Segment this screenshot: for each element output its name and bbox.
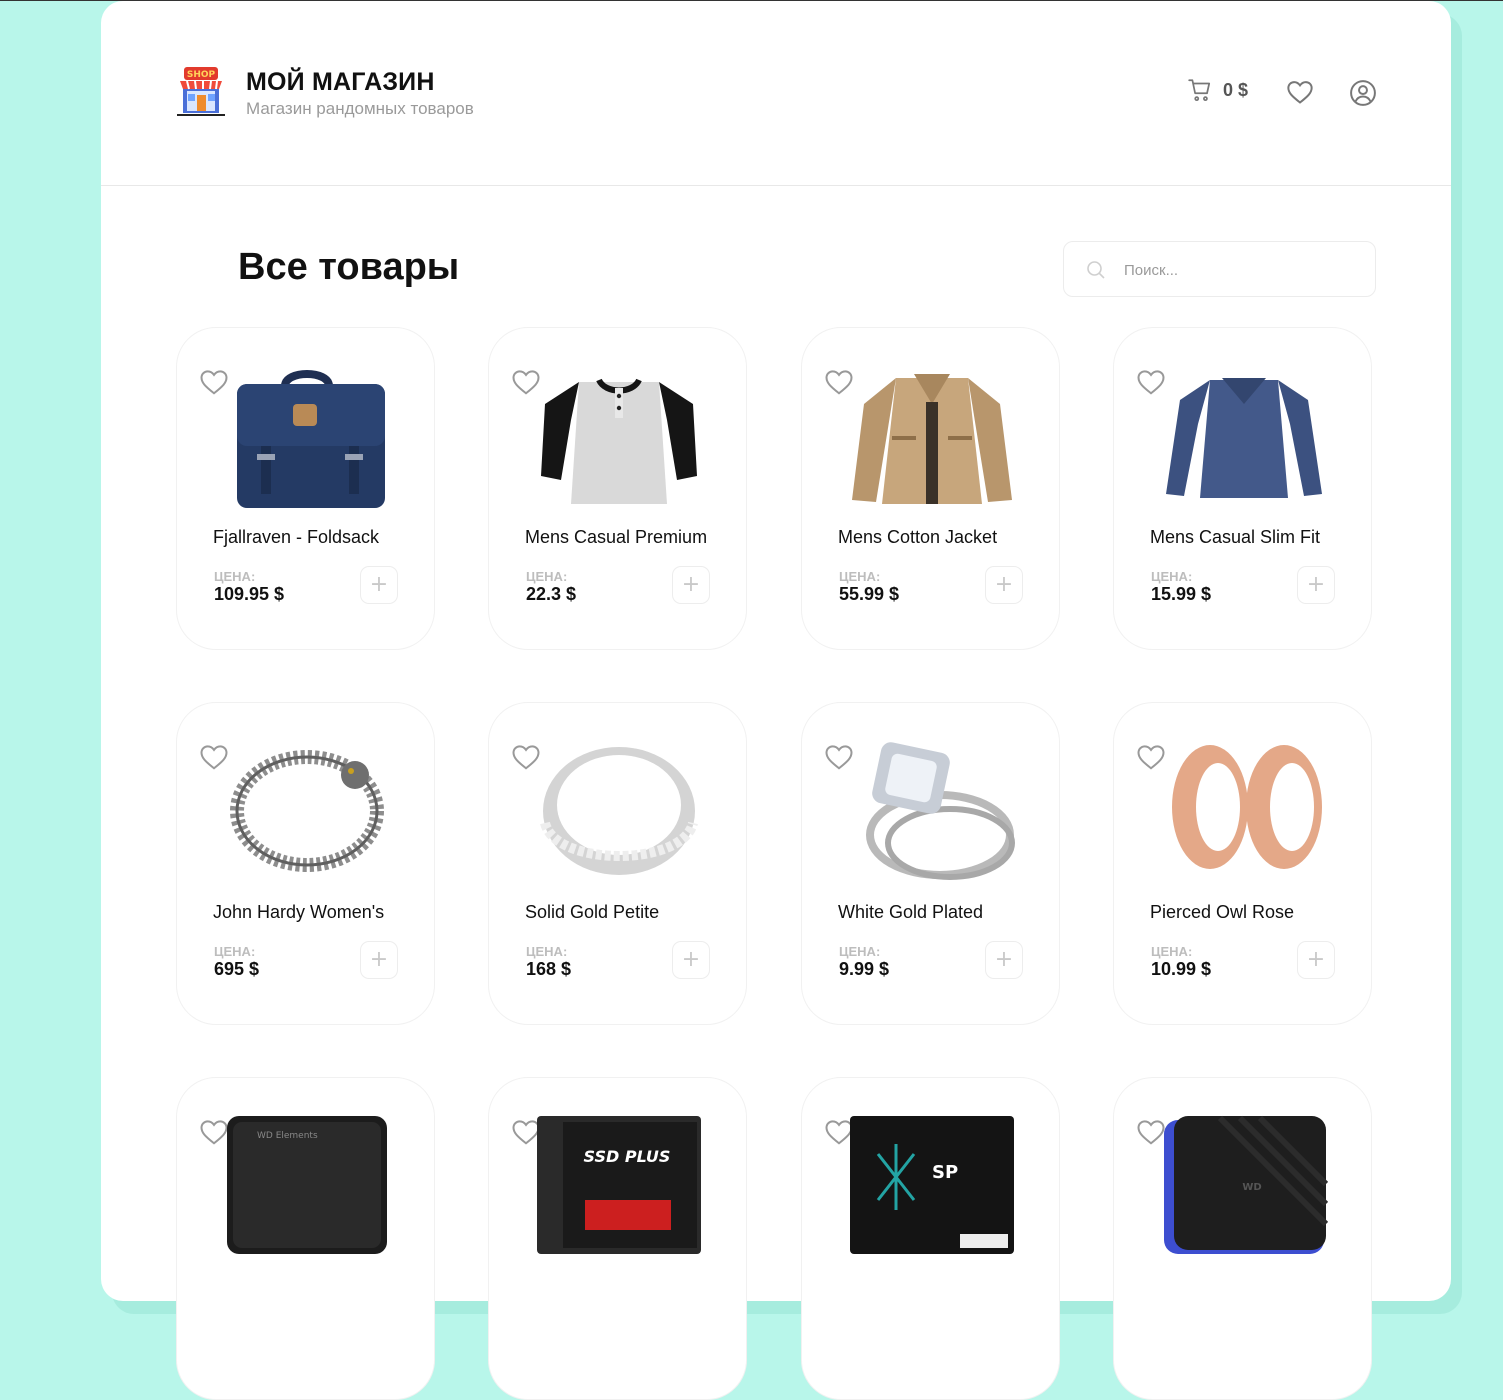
header: SHOP МОЙ МАГАЗИН Магазин рандомных товар… xyxy=(101,1,1451,186)
silicon-power-ssd-image: SP xyxy=(850,1116,1014,1254)
cart-button[interactable]: 0 $ xyxy=(1187,77,1248,103)
add-to-cart-button[interactable]: + xyxy=(1297,941,1335,979)
svg-text:WD Elements: WD Elements xyxy=(257,1131,318,1141)
dragon-bracelet-image xyxy=(230,750,384,872)
svg-text:SSD PLUS: SSD PLUS xyxy=(584,1147,671,1166)
product-card[interactable]: Fjallraven - Foldsack ЦЕНА: 109.95 $ + xyxy=(176,327,435,650)
plus-icon: + xyxy=(1306,947,1326,972)
brand-title: МОЙ МАГАЗИН xyxy=(246,68,435,96)
add-to-cart-button[interactable]: + xyxy=(672,566,710,604)
product-name: Mens Casual Premium xyxy=(525,527,708,547)
plus-icon: + xyxy=(681,572,701,597)
add-to-cart-button[interactable]: + xyxy=(360,941,398,979)
product-price: 55.99 $ xyxy=(839,584,900,604)
product-card[interactable]: WD xyxy=(1113,1077,1372,1400)
product-price: 15.99 $ xyxy=(1151,584,1212,604)
cart-total: 0 $ xyxy=(1223,79,1249,100)
price-label: ЦЕНА: xyxy=(214,944,256,959)
price-label: ЦЕНА: xyxy=(214,569,256,584)
product-card[interactable]: Solid Gold Petite ЦЕНА: 168 $ + xyxy=(488,702,747,1025)
product-card[interactable]: Pierced Owl Rose ЦЕНА: 10.99 $ + xyxy=(1113,702,1372,1025)
silver-ring-image xyxy=(540,747,698,875)
longsleeve-image xyxy=(1166,378,1322,498)
product-card[interactable]: SSD PLUS xyxy=(488,1077,747,1400)
store-panel: SHOP МОЙ МАГАЗИН Магазин рандомных товар… xyxy=(101,1,1451,1400)
product-name: Mens Cotton Jacket xyxy=(838,527,998,547)
product-name: Mens Casual Slim Fit xyxy=(1150,527,1321,547)
page-title: Все товары xyxy=(238,246,460,288)
rose-gold-tunnels-image xyxy=(1172,745,1322,869)
product-card[interactable]: White Gold Plated ЦЕНА: 9.99 $ + xyxy=(801,702,1060,1025)
cotton-jacket-image xyxy=(852,374,1012,504)
plus-icon: + xyxy=(994,572,1014,597)
search-input[interactable] xyxy=(1122,256,1356,284)
product-name: Pierced Owl Rose xyxy=(1150,902,1295,922)
product-card[interactable]: Mens Casual Slim Fit ЦЕНА: 15.99 $ + xyxy=(1113,327,1372,650)
wd-external-drive-image: WD Elements xyxy=(227,1116,387,1254)
wd-gaming-drive-image: WD xyxy=(1164,1115,1328,1254)
product-card[interactable]: SP xyxy=(801,1077,1060,1400)
plus-icon: + xyxy=(369,947,389,972)
search-icon xyxy=(1087,261,1105,279)
svg-text:SP: SP xyxy=(932,1162,958,1183)
price-label: ЦЕНА: xyxy=(839,944,881,959)
plus-icon: + xyxy=(1306,572,1326,597)
product-card[interactable]: Mens Casual Premium ЦЕНА: 22.3 $ + xyxy=(488,327,747,650)
price-label: ЦЕНА: xyxy=(526,569,568,584)
price-label: ЦЕНА: xyxy=(1151,569,1193,584)
cart-icon xyxy=(1188,79,1211,102)
plus-icon: + xyxy=(369,572,389,597)
brand-subtitle: Магазин рандомных товаров xyxy=(246,99,474,118)
product-price: 168 $ xyxy=(526,959,572,979)
price-label: ЦЕНА: xyxy=(1151,944,1193,959)
sandisk-ssd-image: SSD PLUS xyxy=(537,1116,701,1254)
search-box[interactable] xyxy=(1063,241,1376,297)
price-label: ЦЕНА: xyxy=(839,569,881,584)
product-name: John Hardy Women's xyxy=(213,902,385,922)
user-profile-icon[interactable] xyxy=(1349,79,1377,107)
product-price: 22.3 $ xyxy=(526,584,577,604)
product-card[interactable]: Mens Cotton Jacket ЦЕНА: 55.99 $ + xyxy=(801,327,1060,650)
product-card[interactable]: WD Elements xyxy=(176,1077,435,1400)
product-name: White Gold Plated xyxy=(838,902,984,922)
plus-icon: + xyxy=(681,947,701,972)
add-to-cart-button[interactable]: + xyxy=(985,941,1023,979)
product-name: Solid Gold Petite xyxy=(525,902,660,922)
product-price: 9.99 $ xyxy=(839,959,890,979)
product-card[interactable]: John Hardy Women's ЦЕНА: 695 $ + xyxy=(176,702,435,1025)
favorites-heart-icon[interactable] xyxy=(1286,79,1314,105)
backpack-image xyxy=(237,370,385,508)
plus-icon: + xyxy=(994,947,1014,972)
raglan-tshirt-image xyxy=(541,378,697,504)
shop-logo-icon[interactable]: SHOP xyxy=(175,65,227,117)
product-price: 109.95 $ xyxy=(214,584,285,604)
diamond-ring-image xyxy=(866,742,1015,880)
add-to-cart-button[interactable]: + xyxy=(1297,566,1335,604)
price-label: ЦЕНА: xyxy=(526,944,568,959)
product-price: 695 $ xyxy=(214,959,260,979)
add-to-cart-button[interactable]: + xyxy=(360,566,398,604)
svg-text:SHOP: SHOP xyxy=(187,70,216,80)
product-price: 10.99 $ xyxy=(1151,959,1212,979)
add-to-cart-button[interactable]: + xyxy=(672,941,710,979)
product-name: Fjallraven - Foldsack xyxy=(213,527,380,547)
add-to-cart-button[interactable]: + xyxy=(985,566,1023,604)
svg-text:WD: WD xyxy=(1242,1182,1261,1193)
